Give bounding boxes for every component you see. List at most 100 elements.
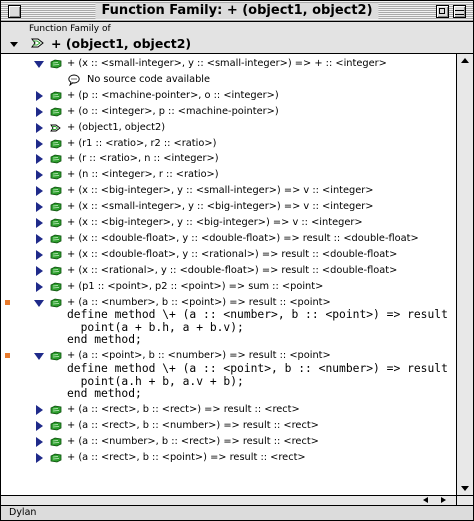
disclosure-collapsed-icon[interactable] — [36, 90, 43, 101]
disclosure-collapsed-icon[interactable] — [36, 218, 43, 228]
disclosure-collapsed-icon[interactable] — [36, 154, 43, 165]
method-signature: + (object1, object2) — [67, 121, 166, 133]
method-signature: + (p1 :: <point>, p2 :: <point>) => sum … — [67, 280, 324, 292]
method-row[interactable]: + (a :: <rect>, b :: <rect>) => result :… — [1, 402, 456, 418]
method-row[interactable]: + (x :: <rational>, y :: <double-float>)… — [1, 263, 456, 279]
note-text: No source code available — [87, 73, 211, 85]
disclosure-collapsed-icon[interactable] — [36, 421, 43, 432]
status-bar: Dylan — [1, 505, 473, 520]
method-source[interactable]: define method \+ (a :: <number>, b :: <p… — [67, 309, 456, 347]
disclosure-collapsed-icon[interactable] — [36, 249, 43, 260]
family-header: Function Family of + (object1, object2) — [1, 22, 473, 54]
note-row[interactable]: No source code available — [1, 72, 456, 88]
language-label: Dylan — [9, 507, 37, 518]
method-source[interactable]: define method \+ (a :: <point>, b :: <nu… — [67, 363, 456, 401]
generic-function-icon — [31, 38, 44, 48]
disclosure-collapsed-icon[interactable] — [36, 186, 43, 197]
vertical-scrollbar[interactable] — [456, 54, 473, 495]
scroll-right-arrow-icon[interactable] — [441, 497, 446, 503]
close-box[interactable] — [8, 5, 21, 18]
method-icon — [50, 351, 62, 361]
method-signature: + (x :: <big-integer>, y :: <big-integer… — [67, 217, 363, 228]
method-row[interactable]: + (a :: <rect>, b :: <number>) => result… — [1, 418, 456, 434]
method-row[interactable]: + (x :: <small-integer>, y :: <big-integ… — [1, 199, 456, 215]
method-row[interactable]: + (x :: <double-float>, y :: <double-flo… — [1, 231, 456, 247]
scroll-down-arrow-icon[interactable] — [461, 486, 469, 491]
method-signature: + (x :: <small-integer>, y :: <big-integ… — [67, 201, 374, 213]
method-icon — [50, 202, 62, 212]
family-title: + (object1, object2) — [51, 36, 192, 51]
method-row[interactable]: + (x :: <big-integer>, y :: <small-integ… — [1, 183, 456, 199]
disclosure-collapsed-icon[interactable] — [36, 405, 43, 416]
method-icon — [50, 218, 62, 228]
disclosure-collapsed-icon[interactable] — [36, 202, 43, 213]
method-row[interactable]: + (a :: <rect>, b :: <point>) => result … — [1, 450, 456, 466]
header-caption: Function Family of — [29, 24, 111, 34]
method-row[interactable]: + (x :: <small-integer>, y :: <small-int… — [1, 56, 456, 72]
source-line: end method; — [67, 387, 142, 401]
method-icon — [50, 266, 62, 276]
generic-icon — [50, 124, 61, 132]
method-row[interactable]: + (o :: <integer>, p :: <machine-pointer… — [1, 104, 456, 120]
method-signature: + (x :: <double-float>, y :: <double-flo… — [67, 232, 419, 244]
breakpoint-marker[interactable] — [5, 299, 10, 305]
method-list[interactable]: + (x :: <small-integer>, y :: <small-int… — [1, 54, 456, 495]
method-icon — [50, 405, 62, 415]
title-bar[interactable]: Function Family: + (object1, object2) — [1, 1, 473, 22]
method-icon — [50, 282, 62, 292]
method-row[interactable]: + (r1 :: <ratio>, r2 :: <ratio>) — [1, 136, 456, 152]
method-signature: + (r1 :: <ratio>, r2 :: <ratio>) — [67, 137, 217, 149]
method-signature: + (a :: <number>, b :: <rect>) => result… — [67, 436, 319, 448]
zoom-box[interactable] — [436, 5, 449, 18]
method-row[interactable]: + (x :: <big-integer>, y :: <big-integer… — [1, 215, 456, 231]
popup-menu-icon[interactable] — [10, 42, 18, 47]
method-row[interactable]: + (x :: <double-float>, y :: <rational>)… — [1, 247, 456, 263]
disclosure-expanded-icon[interactable] — [34, 61, 44, 68]
method-row[interactable]: + (p1 :: <point>, p2 :: <point>) => sum … — [1, 279, 456, 295]
speech-bubble-icon — [68, 74, 80, 86]
resize-grip[interactable] — [456, 495, 473, 505]
disclosure-collapsed-icon[interactable] — [36, 233, 43, 244]
window-title: Function Family: + (object1, object2) — [95, 3, 379, 19]
method-signature: + (x :: <double-float>, y :: <rational>)… — [67, 248, 398, 260]
method-row[interactable]: + (a :: <number>, b :: <rect>) => result… — [1, 434, 456, 450]
method-icon — [50, 186, 62, 196]
method-signature: + (n :: <integer>, r :: <ratio>) — [67, 169, 219, 181]
disclosure-expanded-icon[interactable] — [34, 353, 44, 361]
method-signature: + (a :: <rect>, b :: <rect>) => result :… — [67, 404, 300, 416]
method-icon — [50, 154, 62, 164]
function-family-window: Function Family: + (object1, object2) Fu… — [0, 0, 474, 521]
method-icon — [50, 91, 62, 101]
method-row[interactable]: + (p :: <machine-pointer>, o :: <integer… — [1, 88, 456, 104]
disclosure-collapsed-icon[interactable] — [36, 122, 43, 133]
method-icon — [50, 139, 62, 148]
horizontal-scrollbar[interactable] — [1, 495, 456, 505]
method-signature: + (o :: <integer>, p :: <machine-pointer… — [67, 105, 279, 117]
disclosure-collapsed-icon[interactable] — [36, 138, 43, 149]
source-line: define method \+ (a :: <point>, b :: <nu… — [67, 362, 456, 376]
method-row[interactable]: + (r :: <ratio>, n :: <integer>) — [1, 151, 456, 167]
method-icon — [50, 170, 62, 180]
method-icon — [50, 437, 62, 447]
scroll-up-arrow-icon[interactable] — [461, 58, 469, 63]
breakpoint-marker[interactable] — [5, 353, 10, 359]
disclosure-collapsed-icon[interactable] — [36, 281, 43, 292]
method-signature: + (a :: <rect>, b :: <point>) => result … — [67, 452, 306, 463]
disclosure-collapsed-icon[interactable] — [36, 453, 43, 463]
method-row[interactable]: + (object1, object2) — [1, 120, 456, 136]
method-row[interactable]: + (n :: <integer>, r :: <ratio>) — [1, 167, 456, 183]
disclosure-collapsed-icon[interactable] — [36, 437, 43, 448]
scroll-left-arrow-icon[interactable] — [423, 497, 428, 503]
collapse-box[interactable] — [453, 5, 466, 18]
method-signature: + (r :: <ratio>, n :: <integer>) — [67, 153, 219, 165]
disclosure-collapsed-icon[interactable] — [36, 170, 43, 181]
method-signature: + (a :: <rect>, b :: <number>) => result… — [67, 420, 319, 432]
disclosure-expanded-icon[interactable] — [34, 299, 44, 307]
disclosure-collapsed-icon[interactable] — [36, 106, 43, 117]
disclosure-collapsed-icon[interactable] — [36, 265, 43, 276]
method-icon — [50, 298, 62, 307]
method-icon — [50, 250, 62, 260]
method-icon — [50, 234, 62, 244]
method-icon — [50, 59, 62, 69]
method-signature: + (x :: <big-integer>, y :: <small-integ… — [67, 185, 374, 197]
